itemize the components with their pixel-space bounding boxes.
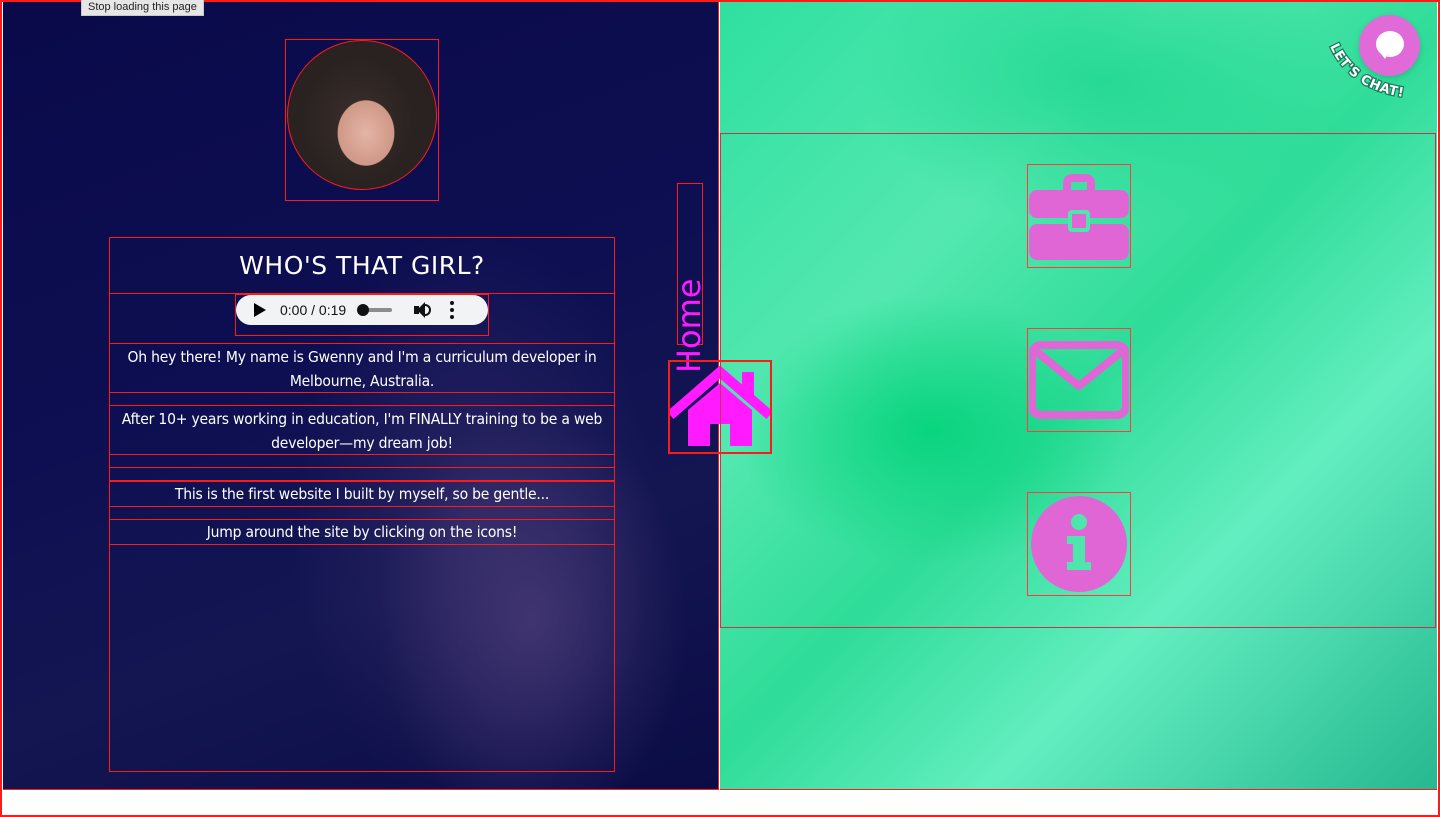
briefcase-icon[interactable] bbox=[1029, 166, 1129, 266]
chat-label[interactable]: LET'S CHAT! bbox=[1320, 40, 1420, 110]
website-paragraph: This is the first website I built by mys… bbox=[109, 481, 615, 507]
volume-icon[interactable] bbox=[414, 301, 432, 319]
audio-time: 0:00 / 0:19 bbox=[280, 302, 347, 318]
career-paragraph: After 10+ years working in education, I'… bbox=[109, 405, 615, 455]
svg-text:LET'S CHAT!: LET'S CHAT! bbox=[1326, 41, 1405, 101]
about-heading-row: WHO'S THAT GIRL? bbox=[109, 237, 615, 294]
audio-progress-slider[interactable] bbox=[357, 304, 393, 316]
audio-player[interactable]: 0:00 / 0:19 bbox=[236, 295, 488, 325]
play-icon[interactable] bbox=[254, 303, 266, 317]
audio-progress-knob[interactable] bbox=[357, 304, 370, 316]
instructions-paragraph: Jump around the site by clicking on the … bbox=[109, 519, 615, 545]
browser-tooltip: Stop loading this page bbox=[81, 0, 204, 16]
info-icon[interactable] bbox=[1029, 494, 1129, 594]
paragraph-spacer bbox=[109, 467, 615, 481]
home-label[interactable]: Home bbox=[670, 219, 708, 374]
avatar bbox=[287, 40, 437, 190]
intro-paragraph: Oh hey there! My name is Gwenny and I'm … bbox=[109, 343, 615, 393]
more-options-icon[interactable] bbox=[450, 301, 455, 319]
avatar-frame bbox=[285, 39, 439, 201]
envelope-icon[interactable] bbox=[1029, 330, 1129, 430]
page-title: WHO'S THAT GIRL? bbox=[239, 251, 485, 280]
